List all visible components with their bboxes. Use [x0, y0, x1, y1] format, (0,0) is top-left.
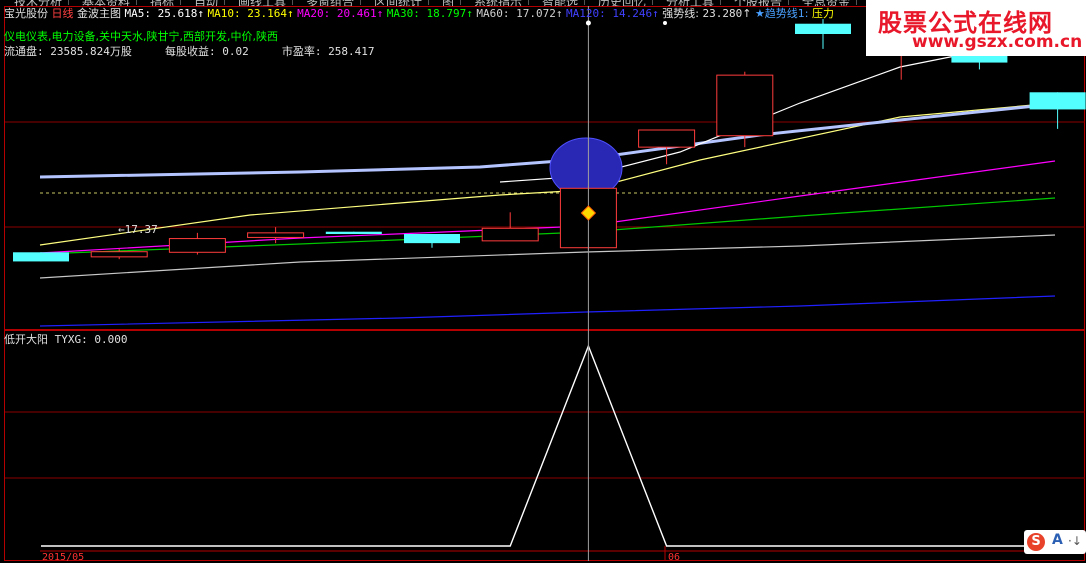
- time-axis-mid: 06: [668, 552, 681, 563]
- signal-dot-icon: [585, 20, 591, 26]
- ma120-value: 14.246: [612, 7, 653, 20]
- candle-up: [716, 74, 774, 137]
- stock-name[interactable]: 宝光股份: [4, 7, 48, 20]
- pe-ratio: 市盈率: 258.417: [281, 45, 375, 58]
- sub-chart-svg: [4, 330, 1085, 561]
- logo-url: www.gszx.com.cn: [912, 32, 1083, 52]
- sub-chart-frame: [4, 330, 1085, 561]
- candle-up: [481, 227, 539, 242]
- sub-chart-panel: 低开大阳 TYXG: 0.000 2015/05 06: [0, 330, 1086, 563]
- ma120-label: MA120:: [566, 7, 606, 20]
- ma10-value: 23.164: [247, 7, 287, 20]
- candle-up: [90, 251, 148, 258]
- marker-dot-icon: [663, 21, 667, 25]
- concept-tags: 仪电仪表,电力设备,关中天水,陕甘宁,西部开发,中价,陕西: [4, 30, 278, 43]
- ma5-label: MA5:: [124, 7, 152, 20]
- sub-indicator-label: TYXG:: [54, 333, 88, 346]
- pressure-label: 压力: [812, 7, 835, 20]
- candle-down: [404, 234, 460, 244]
- candle-up: [168, 238, 226, 253]
- strong-line: [39, 102, 1056, 179]
- ma30-label: MA30:: [386, 7, 420, 20]
- sub-indicator-value: 0.000: [94, 333, 128, 346]
- candle-down: [13, 252, 69, 262]
- ma5-value: 25.618: [157, 7, 198, 20]
- sub-chart-header: 低开大阳 TYXG: 0.000: [4, 333, 128, 346]
- ma120-line: [39, 295, 1056, 327]
- time-axis-start: 2015/05: [42, 552, 85, 563]
- tyxg-signal-line: [41, 344, 1058, 547]
- ma60-label: MA60:: [476, 7, 510, 20]
- fundamentals-row: 流通盘: 23585.824万股 每股收益: 0.02 市盈率: 258.417: [4, 45, 374, 58]
- ime-logo-icon[interactable]: S: [1027, 533, 1045, 551]
- ma20-label: MA20:: [297, 7, 331, 20]
- candle-down: [795, 23, 851, 34]
- ime-settings-icon[interactable]: ·↓: [1068, 534, 1082, 548]
- ma30-value: 18.797: [426, 7, 467, 20]
- ime-toolbar[interactable]: S A ·↓: [1024, 530, 1086, 554]
- strong-line-label: 强势线:: [662, 7, 699, 20]
- eps: 每股收益: 0.02: [164, 45, 249, 58]
- trend-line-label: ★趋势线1:: [754, 7, 809, 20]
- candle-down: [1029, 92, 1086, 110]
- watermark-logo: 股票公式在线网 www.gszx.com.cn: [866, 0, 1086, 56]
- sub-chart-title[interactable]: 低开大阳: [4, 333, 48, 346]
- period-label[interactable]: 日线: [52, 7, 74, 20]
- strong-line-value: 23.280: [702, 7, 743, 20]
- candle-down: [325, 231, 382, 234]
- candle-up: [638, 129, 696, 148]
- main-chart-header: 宝光股份 日线 金波主图 MA5: 25.618↑ MA10: 23.164↑ …: [4, 7, 835, 20]
- ime-mode-icon[interactable]: A: [1052, 532, 1063, 548]
- candle-up: [247, 232, 305, 238]
- ma10-label: MA10:: [207, 7, 241, 20]
- float-shares: 流通盘: 23585.824万股: [4, 45, 132, 58]
- ma60-value: 17.072: [516, 7, 556, 20]
- ma20-value: 20.461: [336, 7, 377, 20]
- low-price-marker: ←17.37: [118, 223, 158, 236]
- indicator-name[interactable]: 金波主图: [77, 7, 121, 20]
